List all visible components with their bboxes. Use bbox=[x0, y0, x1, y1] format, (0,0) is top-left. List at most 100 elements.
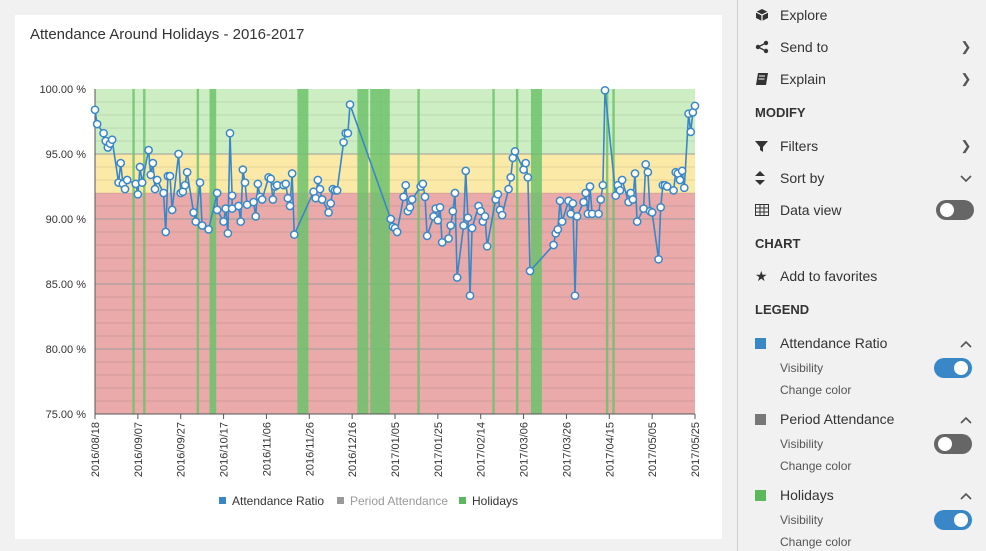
data-point bbox=[632, 217, 642, 226]
data-point bbox=[148, 158, 158, 168]
data-point bbox=[249, 197, 258, 207]
data-point bbox=[386, 214, 396, 224]
data-point bbox=[433, 215, 443, 225]
sort-icon bbox=[755, 171, 780, 185]
chevron-up-icon[interactable] bbox=[958, 336, 974, 351]
data-point bbox=[343, 128, 353, 138]
add-favorites-label: Add to favorites bbox=[780, 268, 878, 284]
data-point bbox=[628, 195, 638, 204]
holiday-bar bbox=[605, 89, 609, 414]
data-point bbox=[669, 186, 678, 195]
data-point bbox=[399, 192, 408, 202]
legend-label: Period Attendance bbox=[350, 494, 448, 508]
data-point bbox=[195, 178, 205, 187]
legend-item-holidays[interactable]: Holidays bbox=[755, 483, 974, 507]
data-point bbox=[120, 184, 130, 194]
holidays-visibility-toggle[interactable] bbox=[934, 510, 972, 530]
data-point bbox=[506, 173, 516, 182]
data-point bbox=[392, 227, 402, 237]
data-point bbox=[253, 179, 263, 189]
holidays-swatch bbox=[755, 489, 766, 501]
x-tick-label: 2016/11/06 bbox=[261, 422, 273, 476]
attendance-chart: 75.00 % 80.00 % 85.00 % 90.00 % 95.00 % 100.0… bbox=[40, 84, 702, 508]
data-point bbox=[497, 210, 507, 220]
data-point bbox=[446, 221, 456, 230]
x-tick-label: 2017/03/06 bbox=[519, 422, 531, 477]
data-point bbox=[656, 202, 666, 212]
change-color-link[interactable]: Change color bbox=[780, 383, 851, 397]
data-view-item: Data view bbox=[755, 198, 974, 222]
x-tick-label: 2017/02/14 bbox=[476, 422, 488, 477]
send-to-label: Send to bbox=[780, 39, 829, 55]
data-point bbox=[654, 254, 663, 264]
chevron-up-icon[interactable] bbox=[958, 488, 974, 503]
data-point bbox=[339, 137, 348, 147]
legend-label: Holidays bbox=[472, 494, 518, 508]
y-tick-label: 85.00 % bbox=[46, 279, 87, 291]
explain-item[interactable]: Explain ❯ bbox=[755, 67, 974, 91]
visibility-label: Visibility bbox=[780, 361, 824, 375]
data-point bbox=[289, 230, 299, 239]
attendance-ratio-visibility-toggle[interactable] bbox=[934, 358, 972, 378]
holiday-bar bbox=[143, 89, 146, 414]
holiday-bar bbox=[492, 89, 495, 414]
data-point bbox=[161, 227, 171, 237]
legend-item-attendance-ratio[interactable]: Attendance Ratio bbox=[755, 331, 974, 355]
data-point bbox=[268, 195, 278, 204]
data-point bbox=[266, 174, 276, 184]
legend-item-period-attendance[interactable]: Period Attendance bbox=[755, 407, 974, 431]
explore-item[interactable]: Explore bbox=[755, 3, 974, 27]
data-point bbox=[182, 167, 192, 177]
data-point bbox=[448, 206, 458, 216]
table-icon bbox=[755, 204, 780, 216]
data-point bbox=[523, 173, 533, 182]
chevron-up-icon[interactable] bbox=[958, 412, 974, 427]
holiday-bar bbox=[612, 89, 615, 414]
data-point bbox=[315, 184, 325, 194]
legend-header: LEGEND bbox=[755, 302, 810, 317]
data-point bbox=[568, 199, 578, 208]
visibility-label: Visibility bbox=[780, 513, 824, 527]
change-color-link[interactable]: Change color bbox=[780, 459, 851, 473]
holiday-bar bbox=[196, 89, 200, 414]
data-point bbox=[285, 201, 295, 211]
data-point bbox=[227, 191, 237, 200]
data-point bbox=[675, 175, 685, 185]
legend-label: Attendance Ratio bbox=[232, 494, 324, 508]
data-point bbox=[435, 202, 445, 212]
send-to-item[interactable]: Send to ❯ bbox=[755, 35, 974, 59]
modify-header: MODIFY bbox=[755, 105, 806, 120]
data-point bbox=[461, 166, 471, 176]
holiday-bar bbox=[132, 89, 135, 414]
x-tick-label: 2016/11/26 bbox=[304, 422, 316, 476]
data-point bbox=[90, 105, 100, 115]
sort-by-item[interactable]: Sort by bbox=[755, 166, 974, 190]
add-favorites-item[interactable]: ★ Add to favorites bbox=[755, 264, 974, 288]
data-point bbox=[521, 158, 531, 168]
data-point bbox=[165, 171, 175, 181]
chevron-right-icon: ❯ bbox=[960, 39, 972, 54]
data-point bbox=[600, 85, 610, 95]
data-point bbox=[579, 197, 588, 207]
data-point bbox=[137, 178, 147, 187]
data-point bbox=[594, 209, 603, 219]
data-point bbox=[332, 186, 342, 195]
filters-item[interactable]: Filters ❯ bbox=[755, 134, 974, 158]
period-attendance-visibility-toggle[interactable] bbox=[934, 434, 972, 454]
data-point bbox=[572, 212, 582, 221]
data-point bbox=[463, 213, 473, 223]
data-point bbox=[189, 208, 198, 217]
data-point bbox=[174, 149, 183, 159]
star-icon: ★ bbox=[755, 267, 768, 284]
y-tick-label: 80.00 % bbox=[46, 344, 87, 356]
data-point bbox=[287, 169, 297, 178]
data-point bbox=[225, 128, 235, 138]
x-tick-label: 2016/09/07 bbox=[133, 422, 145, 477]
data-view-toggle[interactable] bbox=[936, 200, 974, 220]
data-point bbox=[643, 167, 653, 177]
holiday-bar bbox=[380, 89, 390, 414]
change-color-link[interactable]: Change color bbox=[780, 535, 851, 549]
data-point bbox=[324, 208, 333, 217]
chart-header: CHART bbox=[755, 236, 801, 251]
data-point bbox=[525, 266, 535, 276]
